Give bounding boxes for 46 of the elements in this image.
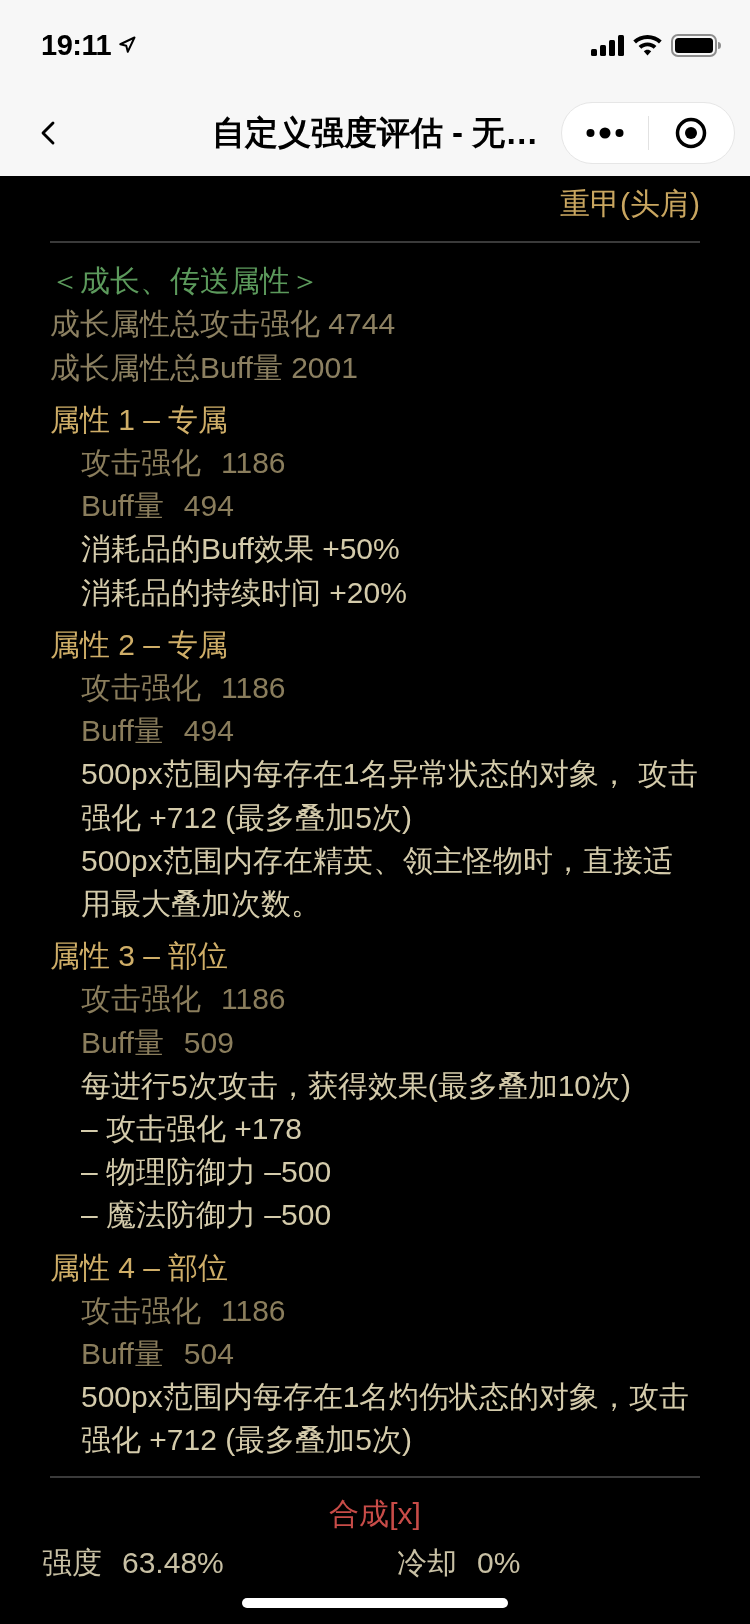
- signal-icon: [591, 34, 624, 56]
- effect-text: 每进行5次攻击，获得效果(最多叠加10次): [81, 1067, 633, 1104]
- armor-type-label: 重甲(头肩): [560, 186, 700, 222]
- stat-label: 攻击强化: [81, 1292, 201, 1329]
- effect-text: 消耗品的Buff效果 +50%: [81, 531, 401, 568]
- stat-value: 509: [183, 1024, 234, 1061]
- clock-time: 19:11: [41, 30, 112, 60]
- wifi-icon: [633, 34, 662, 56]
- stat-value: 1186: [221, 670, 286, 707]
- synthesis-link[interactable]: 合成[x]: [329, 1491, 421, 1535]
- stat-label: Buff量: [81, 713, 164, 750]
- stat-label: 攻击强化: [81, 445, 201, 481]
- stat-value: 494: [183, 488, 234, 525]
- summary-value: 63.48%: [122, 1544, 224, 1581]
- stat-value: 504: [183, 1336, 234, 1373]
- summary-value: 0%: [477, 1544, 521, 1581]
- location-arrow-icon: [118, 36, 137, 54]
- growth-total-text: 成长属性总Buff量 2001: [50, 349, 359, 386]
- stat-label: Buff量: [81, 488, 164, 525]
- stat-value: 1186: [221, 981, 286, 1018]
- effect-text: – 攻击强化 +178: [81, 1111, 303, 1148]
- attribute-title: 属性 4 – 部位: [50, 1249, 230, 1286]
- growth-total-text: 成长属性总攻击强化 4744: [50, 306, 397, 343]
- stat-label: Buff量: [81, 1024, 164, 1061]
- stat-label: 攻击强化: [81, 670, 201, 707]
- stat-value: 1186: [221, 1292, 286, 1329]
- target-icon: [675, 117, 708, 149]
- effect-text: 500px范围内每存在1名异常状态的对象， 攻击强化 +712 (最多叠加5次): [81, 756, 699, 836]
- stat-value: 494: [183, 713, 234, 750]
- effect-text: 500px范围内每存在1名灼伤状态的对象，攻击强化 +712 (最多叠加5次): [81, 1379, 691, 1459]
- effect-text: – 物理防御力 –500: [81, 1154, 333, 1191]
- stat-label: 攻击强化: [81, 981, 201, 1018]
- section-heading: ＜成长、传送属性＞: [50, 263, 321, 300]
- attribute-title: 属性 1 – 专属: [50, 401, 230, 438]
- battery-icon: [671, 33, 721, 57]
- summary-label: 强度: [42, 1544, 102, 1581]
- more-dots-icon: [585, 127, 624, 139]
- stat-label: Buff量: [81, 1336, 164, 1373]
- attribute-title: 属性 3 – 部位: [50, 938, 230, 975]
- effect-text: 消耗品的持续时间 +20%: [81, 574, 408, 611]
- page-title: 自定义强度评估 - 无…: [211, 113, 539, 154]
- effect-text: 500px范围内存在精英、领主怪物时，直接适用最大叠加次数。: [81, 842, 674, 923]
- effect-text: – 魔法防御力 –500: [81, 1197, 333, 1234]
- stat-value: 1186: [221, 445, 286, 481]
- summary-label: 冷却: [397, 1544, 457, 1581]
- attribute-title: 属性 2 – 专属: [50, 626, 230, 663]
